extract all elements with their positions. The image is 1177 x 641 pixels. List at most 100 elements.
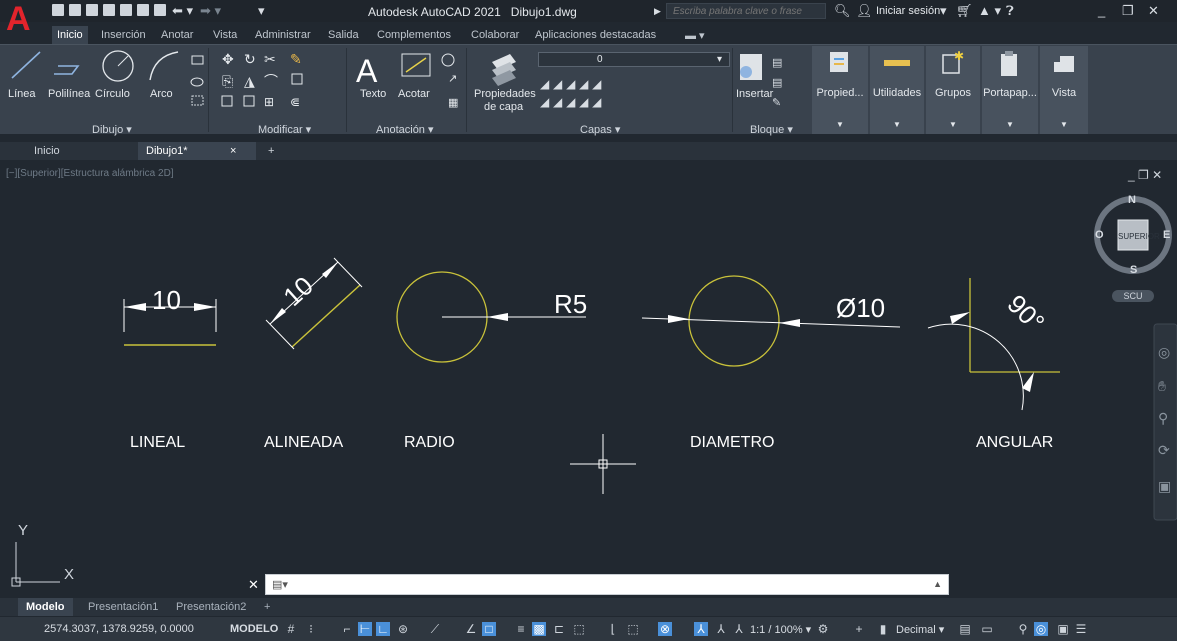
dynamic-ucs-icon[interactable]: ⌊ xyxy=(606,622,620,636)
diameter-dimension-text[interactable]: Ø10 xyxy=(836,293,885,324)
save-as-icon[interactable] xyxy=(103,4,115,16)
zoom-icon[interactable]: ⚲ xyxy=(1158,410,1168,427)
panel-grupos[interactable]: ✱ Grupos ▼ xyxy=(926,46,980,134)
help-icon[interactable]: ❓︎ xyxy=(1006,3,1014,19)
panel-portapapeles[interactable]: Portapap... ▼ xyxy=(982,46,1038,134)
arc-tool-button[interactable]: Arco xyxy=(150,88,173,100)
caption-lineal[interactable]: LINEAL xyxy=(130,434,185,452)
command-close-icon[interactable]: ✕ xyxy=(248,577,259,593)
ucs-menu[interactable]: SCU xyxy=(1112,290,1154,302)
tab-complementos[interactable]: Complementos xyxy=(372,26,456,44)
panel-bloque[interactable]: Bloque ▾ xyxy=(750,123,793,136)
radius-dimension-text[interactable]: R5 xyxy=(554,289,587,320)
pan-icon[interactable]: ✋︎ xyxy=(1158,378,1166,395)
auto-scale-icon[interactable]: ⅄ xyxy=(714,622,728,636)
clean-screen-icon[interactable]: ▣ xyxy=(1056,622,1070,636)
undo-icon[interactable]: ⬅ ▾ xyxy=(172,3,193,19)
share-icon[interactable] xyxy=(137,4,149,16)
line-tool-button[interactable]: Línea xyxy=(8,88,36,100)
panel-dibujo[interactable]: Dibujo ▾ xyxy=(92,123,132,136)
viewcube-north[interactable]: N xyxy=(1128,194,1136,206)
panel-anotacion[interactable]: Anotación ▾ xyxy=(376,123,434,136)
redo-icon[interactable]: ➡ ▾ xyxy=(200,3,221,19)
caption-angular[interactable]: ANGULAR xyxy=(976,434,1053,452)
model-space-toggle[interactable]: MODELO xyxy=(230,623,278,635)
infer-constraints-icon[interactable]: ⌐ xyxy=(340,622,354,636)
coordinates-readout[interactable]: 2574.3037, 1378.9259, 0.0000 xyxy=(44,623,194,635)
layer-properties-button[interactable]: Propiedades xyxy=(474,88,536,100)
snap-icon[interactable]: ⁝ xyxy=(304,622,318,636)
viewcube-south[interactable]: S xyxy=(1130,264,1137,276)
panel-capas[interactable]: Capas ▾ xyxy=(580,123,620,136)
command-input[interactable] xyxy=(266,575,948,594)
caption-radio[interactable]: RADIO xyxy=(404,434,455,452)
customize-statusbar-icon[interactable]: ☰ xyxy=(1074,622,1088,636)
open-folder-icon[interactable] xyxy=(69,4,81,16)
sign-in-link[interactable]: Iniciar sesión xyxy=(876,5,940,17)
search-icon[interactable]: 🔍︎ xyxy=(834,3,851,19)
tab-start[interactable]: Inicio xyxy=(26,142,68,160)
close-tab-icon[interactable]: × xyxy=(230,145,236,157)
open-web-icon[interactable] xyxy=(120,4,132,16)
annotation-scale-icon[interactable]: ⅄ xyxy=(732,622,746,636)
command-line[interactable]: ▤▾ ▲ xyxy=(265,574,949,595)
isodraft-icon[interactable]: ⟋ xyxy=(428,622,442,636)
polyline-tool-button[interactable]: Polilínea xyxy=(48,88,90,100)
transparency-icon[interactable]: ▩ xyxy=(532,622,546,636)
tab-administrar[interactable]: Administrar xyxy=(250,26,316,44)
object-snap-tracking-icon[interactable]: ∠ xyxy=(464,622,478,636)
plot-icon[interactable] xyxy=(154,4,166,16)
tab-colaborar[interactable]: Colaborar xyxy=(466,26,524,44)
new-tab-button[interactable]: + xyxy=(260,142,282,160)
3d-osnap-icon[interactable]: ⬚ xyxy=(572,622,586,636)
object-snap-icon[interactable]: □ xyxy=(482,622,496,636)
tab-aplicaciones[interactable]: Aplicaciones destacadas xyxy=(530,26,661,44)
panel-modificar[interactable]: Modificar ▾ xyxy=(258,123,311,136)
layer-dropdown[interactable]: 0 ▾ xyxy=(538,52,730,67)
annotation-visibility-icon[interactable]: ⅄ xyxy=(694,622,708,636)
panel-propiedades[interactable]: Propied... ▼ xyxy=(812,46,868,134)
gizmo-icon[interactable]: ⊗ xyxy=(658,622,672,636)
layer-properties-button-line2[interactable]: de capa xyxy=(484,101,523,113)
tab-insercion[interactable]: Inserción xyxy=(96,26,151,44)
minimize-window-icon[interactable]: _ xyxy=(1098,3,1105,18)
panel-utilidades[interactable]: Utilidades ▼ xyxy=(870,46,924,134)
tab-layout1[interactable]: Presentación1 xyxy=(80,598,166,616)
annotation-monitor-icon[interactable]: + xyxy=(852,622,866,636)
restore-window-icon[interactable]: ❐ xyxy=(1122,3,1134,19)
new-file-icon[interactable] xyxy=(52,4,64,16)
tab-model[interactable]: Modelo xyxy=(18,598,73,616)
search-box[interactable] xyxy=(666,3,826,19)
units-dropdown[interactable]: Decimal ▾ xyxy=(896,623,944,636)
lock-ui-icon[interactable]: ▭ xyxy=(980,622,994,636)
caption-alineada[interactable]: ALINEADA xyxy=(264,434,343,452)
add-layout-icon[interactable]: + xyxy=(256,598,278,616)
customize-quick-access-icon[interactable]: ▾ xyxy=(258,3,265,19)
grid-icon[interactable]: # xyxy=(284,622,298,636)
text-tool-button[interactable]: Texto xyxy=(360,88,386,100)
tab-salida[interactable]: Salida xyxy=(323,26,364,44)
ortho-icon[interactable]: ∟ xyxy=(376,622,390,636)
search-input[interactable] xyxy=(667,4,825,18)
user-icon[interactable]: 👤︎ xyxy=(856,3,873,19)
command-history-icon[interactable]: ▤▾ xyxy=(272,578,288,591)
viewcube-top-face[interactable]: SUPERIOR xyxy=(1118,232,1160,241)
selection-filter-icon[interactable]: ⬚ xyxy=(626,622,640,636)
circle-tool-button[interactable]: Círculo xyxy=(95,88,130,100)
tab-anotar[interactable]: Anotar xyxy=(156,26,198,44)
dynamic-input-icon[interactable]: ⊢ xyxy=(358,622,372,636)
tab-vista[interactable]: Vista xyxy=(208,26,242,44)
a360-icon[interactable]: ▲ ▾ xyxy=(978,3,1001,19)
viewcube-east[interactable]: E xyxy=(1163,229,1170,241)
tab-layout2[interactable]: Presentación2 xyxy=(168,598,254,616)
panel-vista[interactable]: Vista ▼ xyxy=(1040,46,1088,134)
cart-icon[interactable]: 🛒︎ xyxy=(956,3,973,19)
steering-wheel-icon[interactable]: ◎ xyxy=(1158,344,1170,361)
caption-diametro[interactable]: DIAMETRO xyxy=(690,434,774,452)
polar-tracking-icon[interactable]: ⊛ xyxy=(396,622,410,636)
annotation-scale-value[interactable]: 1:1 / 100% ▾ xyxy=(750,623,811,636)
viewcube-west[interactable]: O xyxy=(1095,229,1104,241)
linear-dimension-text[interactable]: 10 xyxy=(152,285,181,316)
ribbon-options-icon[interactable]: ▬ ▾ xyxy=(680,26,710,44)
tab-inicio[interactable]: Inicio xyxy=(52,26,88,44)
